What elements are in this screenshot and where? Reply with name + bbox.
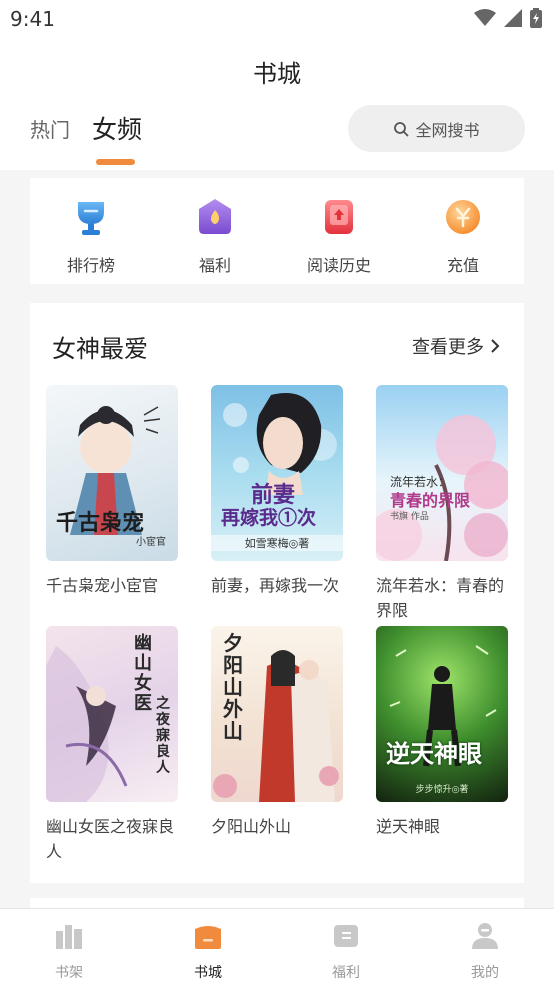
tab-welfare[interactable]: 福利 [306,921,386,982]
page-title: 书城 [253,60,301,88]
status-icons [474,8,542,28]
book-title[interactable]: 流年若水：青春的界限 [376,573,506,623]
section-title: 女神最爱 [52,335,148,363]
tab-female[interactable]: 女频 [92,110,142,146]
cover-title: 幽山女医 [134,633,152,714]
cover-title: 逆天神眼 [386,739,482,768]
bookshelf-icon [56,925,82,949]
tab-label: 书架 [55,965,83,981]
quick-label: 排行榜 [66,256,115,275]
tab-label: 福利 [332,965,360,981]
cover-title: 千古枭宠 [56,510,145,536]
quick-actions: 排行榜 福利 阅读历史 充值 [30,178,524,284]
status-bar: 9:41 [0,0,554,38]
quick-item-history[interactable]: 阅读历史 [289,196,389,276]
book-cover[interactable]: 千古枭宠 小宦官 [46,385,178,561]
tab-profile[interactable]: 我的 [445,921,525,982]
tab-bookshelf[interactable]: 书架 [29,921,109,982]
book-title[interactable]: 前妻，再嫁我一次 [211,573,341,598]
trophy-icon [78,202,104,235]
bookstore-icon [195,926,221,949]
signal-icon [504,9,522,27]
quick-label: 福利 [198,256,231,275]
book-cover[interactable]: 幽山女医 之夜寐良人 [46,626,178,802]
cover-author: 步步惊升◎著 [415,785,469,795]
book-title[interactable]: 夕阳山外山 [211,814,341,839]
book-item[interactable]: 逆天神眼 步步惊升◎著 逆天神眼 [376,626,508,839]
book-item[interactable]: 幽山女医 之夜寐良人 幽山女医之夜寐良人 [46,626,178,864]
quick-item-ranking[interactable]: 排行榜 [41,196,141,276]
cover-author: 书旗 作品 [390,512,429,522]
bottom-tab-bar: 书架 书城 福利 我的 [0,908,554,987]
search-icon [394,121,409,136]
tab-bookstore[interactable]: 书城 [168,921,248,982]
book-item[interactable]: 前妻 再嫁我①次 如雪寒梅◎著 前妻，再嫁我一次 [211,385,343,598]
book-item[interactable]: 千古枭宠 小宦官 千古枭宠小宦官 [46,385,178,598]
search-label: 全网搜书 [415,120,480,140]
goddess-favorites-section: 女神最爱 查看更多 千古枭宠 小宦官 千古枭宠小宦官 前妻 再嫁我①次 如雪寒梅… [30,303,524,883]
status-time: 9:41 [10,7,55,31]
cover-title: 夕阳山外山 [223,631,243,743]
chevron-right-icon [491,339,500,353]
tab-indicator [96,159,135,165]
tab-label: 书城 [194,965,222,981]
quick-item-recharge[interactable]: 充值 [413,196,513,276]
book-cover[interactable]: 夕阳山外山 [211,626,343,802]
cover-illustration [389,645,497,767]
battery-icon [530,8,542,28]
book-title[interactable]: 逆天神眼 [376,814,506,839]
quick-label: 充值 [446,256,479,275]
view-more-label: 查看更多 [412,337,484,358]
book-cover[interactable]: 前妻 再嫁我①次 如雪寒梅◎著 [211,385,343,561]
welfare-icon [334,925,358,947]
cover-subtitle: 青春的界限 [390,491,471,510]
gift-icon [199,199,231,234]
book-cover[interactable]: 流年若水： 青春的界限 书旗 作品 [376,385,508,561]
book-item[interactable]: 流年若水： 青春的界限 书旗 作品 流年若水：青春的界限 [376,385,508,623]
cover-author: 如雪寒梅◎著 [211,535,343,551]
book-title[interactable]: 幽山女医之夜寐良人 [46,814,176,864]
cover-subtitle: 之夜寐良人 [156,696,170,776]
view-more-button[interactable]: 查看更多 [412,333,500,359]
book-item[interactable]: 夕阳山外山 夕阳山外山 [211,626,343,839]
search-button[interactable]: 全网搜书 [348,105,525,152]
wifi-icon [474,9,496,26]
header: 书城 热门 女频 全网搜书 [0,38,554,170]
book-cover[interactable]: 逆天神眼 步步惊升◎著 [376,626,508,802]
book-title[interactable]: 千古枭宠小宦官 [46,573,176,598]
coin-icon [446,200,480,234]
tab-hot[interactable]: 热门 [30,114,70,143]
tab-label: 我的 [471,965,499,981]
history-icon [325,200,353,234]
cover-subtitle: 再嫁我①次 [221,507,317,529]
quick-label: 阅读历史 [306,256,371,275]
quick-item-welfare[interactable]: 福利 [165,196,265,276]
cover-subtitle: 小宦官 [136,537,166,548]
profile-icon [472,923,498,949]
